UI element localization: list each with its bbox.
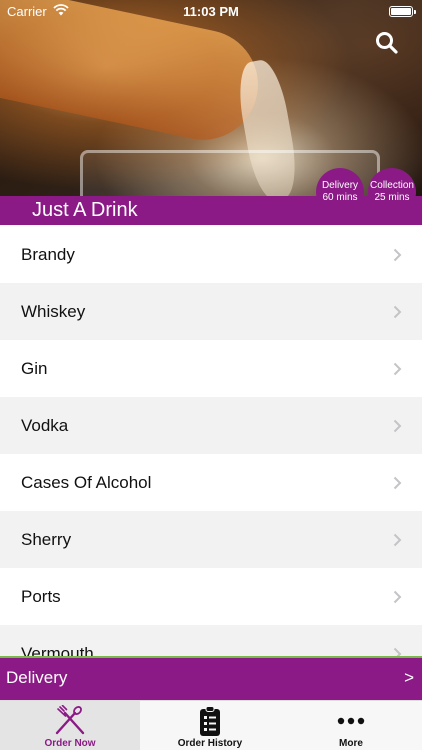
delivery-time-badge: Delivery 60 mins — [316, 168, 364, 216]
category-item-whiskey[interactable]: Whiskey — [0, 283, 422, 340]
tab-bar: Order Now Order History More — [0, 700, 422, 750]
category-item-gin[interactable]: Gin — [0, 340, 422, 397]
store-name: Just A Drink — [32, 199, 138, 221]
fork-knife-icon — [55, 705, 85, 735]
tab-label: More — [339, 738, 363, 749]
tab-order-history[interactable]: Order History — [140, 701, 280, 750]
category-list: Brandy Whiskey Gin Vodka Cases Of Alcoho… — [0, 226, 422, 657]
category-item-ports[interactable]: Ports — [0, 568, 422, 625]
category-label: Whiskey — [21, 301, 86, 321]
chevron-right-icon — [393, 533, 402, 547]
category-item-brandy[interactable]: Brandy — [0, 226, 422, 283]
delivery-mode-label: Delivery — [6, 668, 68, 687]
bottle-image — [0, 0, 269, 150]
more-dots-icon — [337, 717, 365, 725]
chevron-right-icon — [393, 305, 402, 319]
category-label: Vermouth — [21, 643, 94, 658]
category-label: Cases Of Alcohol — [21, 472, 152, 492]
clock: 11:03 PM — [183, 4, 239, 19]
delivery-mode-button[interactable]: Delivery > — [0, 656, 422, 700]
tab-more[interactable]: More — [281, 701, 421, 750]
category-item-sherry[interactable]: Sherry — [0, 511, 422, 568]
collection-badge-time: 25 mins — [374, 192, 410, 203]
tab-label: Order Now — [44, 738, 96, 749]
tab-order-now[interactable]: Order Now — [0, 701, 140, 750]
category-label: Ports — [21, 586, 61, 606]
clipboard-list-icon — [200, 706, 220, 736]
chevron-right-icon — [393, 476, 402, 490]
collection-time-badge: Collection 25 mins — [368, 168, 416, 216]
chevron-right-icon — [393, 419, 402, 433]
search-icon[interactable] — [374, 30, 400, 56]
chevron-right-icon — [393, 248, 402, 262]
status-bar: Carrier 11:03 PM — [0, 0, 422, 22]
category-item-cases-of-alcohol[interactable]: Cases Of Alcohol — [0, 454, 422, 511]
category-item-vodka[interactable]: Vodka — [0, 397, 422, 454]
category-label: Gin — [21, 358, 48, 378]
category-label: Sherry — [21, 529, 72, 549]
delivery-arrow-icon: > — [404, 668, 414, 687]
tab-label: Order History — [177, 738, 243, 749]
collection-badge-label: Collection — [370, 180, 414, 191]
category-label: Brandy — [21, 244, 75, 264]
delivery-badge-label: Delivery — [321, 180, 359, 191]
delivery-badge-time: 60 mins — [322, 192, 358, 203]
category-label: Vodka — [21, 415, 69, 435]
chevron-right-icon — [393, 590, 402, 604]
chevron-right-icon — [393, 362, 402, 376]
category-item-vermouth[interactable]: Vermouth — [0, 625, 422, 657]
battery-icon — [389, 6, 416, 17]
